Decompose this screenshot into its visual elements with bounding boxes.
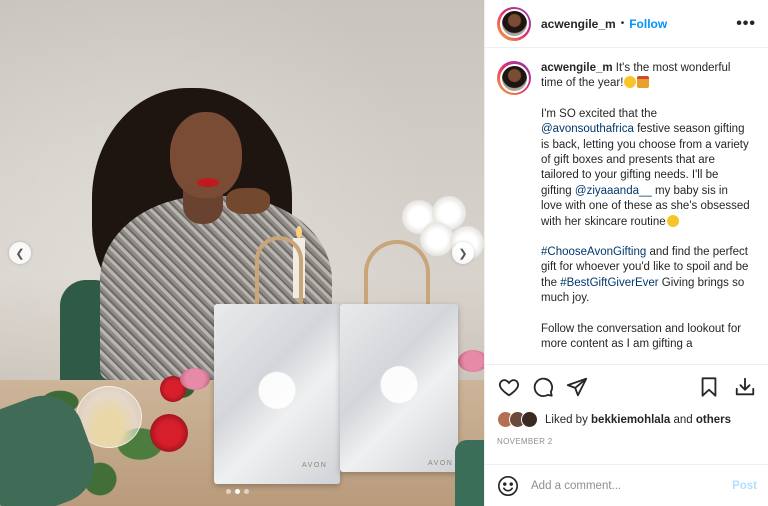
carousel-prev-button[interactable]: ❮: [9, 242, 31, 264]
post-sidebar: acwengile_m • Follow ••• acwengile_m It'…: [484, 0, 768, 506]
liker-username[interactable]: bekkiemohlala: [591, 414, 670, 426]
separator-dot: •: [620, 18, 625, 29]
download-icon[interactable]: [733, 375, 757, 399]
avon-logo-right: AVON: [428, 460, 454, 467]
likes-row: Liked by bekkiemohlala and others: [497, 411, 757, 428]
likes-others-link[interactable]: others: [696, 414, 731, 426]
caption-text-segment: Follow the conversation and lookout for …: [541, 322, 742, 351]
caption-paragraph-2: I'm SO excited that the @avonsouthafrica…: [541, 107, 751, 230]
bag-handle-right: [364, 240, 430, 310]
post-date[interactable]: NOVEMBER 2: [497, 437, 757, 446]
action-bar: [497, 373, 757, 401]
red-protea: [150, 414, 188, 452]
post-photo[interactable]: AVON AVON ❮ ❯: [0, 0, 484, 506]
likes-prefix: Liked by: [545, 413, 592, 426]
comment-icon[interactable]: [531, 375, 555, 399]
gift-bag-right: [340, 304, 458, 472]
pink-flower: [180, 368, 210, 390]
carousel-dot: [244, 489, 249, 494]
carousel-dots: [226, 489, 249, 494]
caption-text-segment: I'm SO excited that the: [541, 107, 657, 120]
follow-button[interactable]: Follow: [629, 17, 667, 31]
likes-and: and: [670, 413, 696, 426]
bag-handle-left: [255, 236, 303, 310]
chevron-right-icon: ❯: [458, 247, 468, 260]
likes-text: Liked by bekkiemohlala and others: [545, 414, 731, 426]
red-lips: [197, 178, 219, 187]
post-comment-button[interactable]: Post: [732, 480, 757, 492]
smile-icon[interactable]: [497, 475, 519, 497]
carousel-next-button[interactable]: ❯: [452, 242, 474, 264]
bookmark-icon[interactable]: [697, 375, 721, 399]
caption-area: acwengile_m It's the most wonderful time…: [485, 49, 768, 363]
caption-avatar[interactable]: [499, 63, 529, 93]
caption-text: acwengile_m It's the most wonderful time…: [541, 61, 751, 363]
avon-logo-left: AVON: [302, 462, 328, 469]
gift-emoji-icon: [637, 76, 650, 89]
caption-paragraph-3: #ChooseAvonGifting and find the perfect …: [541, 245, 751, 307]
heart-icon[interactable]: [497, 375, 521, 399]
caption-username[interactable]: acwengile_m: [541, 62, 613, 74]
action-section: Liked by bekkiemohlala and others NOVEMB…: [485, 364, 768, 446]
share-icon[interactable]: [565, 375, 589, 399]
smiling-emoji-icon: [666, 214, 679, 227]
smiling-emoji-icon: [624, 76, 637, 89]
caption-row: acwengile_m It's the most wonderful time…: [497, 61, 757, 363]
pink-flower-right: [458, 350, 484, 372]
liker-avatar[interactable]: [521, 411, 538, 428]
story-ring[interactable]: [497, 6, 531, 41]
carousel-dot: [226, 489, 231, 494]
woman-hand: [226, 188, 270, 214]
caption-paragraph-1: acwengile_m It's the most wonderful time…: [541, 61, 751, 92]
comment-bar: Post: [485, 464, 768, 506]
post-header: acwengile_m • Follow •••: [485, 0, 768, 48]
mention-avonsouthafrica[interactable]: @avonsouthafrica: [541, 123, 634, 135]
avatar[interactable]: [499, 9, 529, 38]
mention-ziyaaanda[interactable]: @ziyaaanda__: [575, 185, 652, 197]
chevron-left-icon: ❮: [15, 247, 25, 260]
hashtag-chooseavongifting[interactable]: #ChooseAvonGifting: [541, 246, 646, 258]
candle-flame: [296, 226, 302, 238]
header-username[interactable]: acwengile_m: [541, 17, 616, 31]
hashtag-bestgiftgiverever[interactable]: #BestGiftGiverEver: [560, 277, 658, 289]
gift-bag-left: [214, 304, 340, 484]
carousel-dot-active: [235, 489, 240, 494]
chair-front-right: [455, 440, 484, 506]
more-options-icon[interactable]: •••: [736, 15, 756, 33]
caption-paragraph-4: Follow the conversation and lookout for …: [541, 322, 751, 353]
caption-story-ring[interactable]: [497, 61, 531, 95]
comment-input[interactable]: [531, 479, 721, 492]
